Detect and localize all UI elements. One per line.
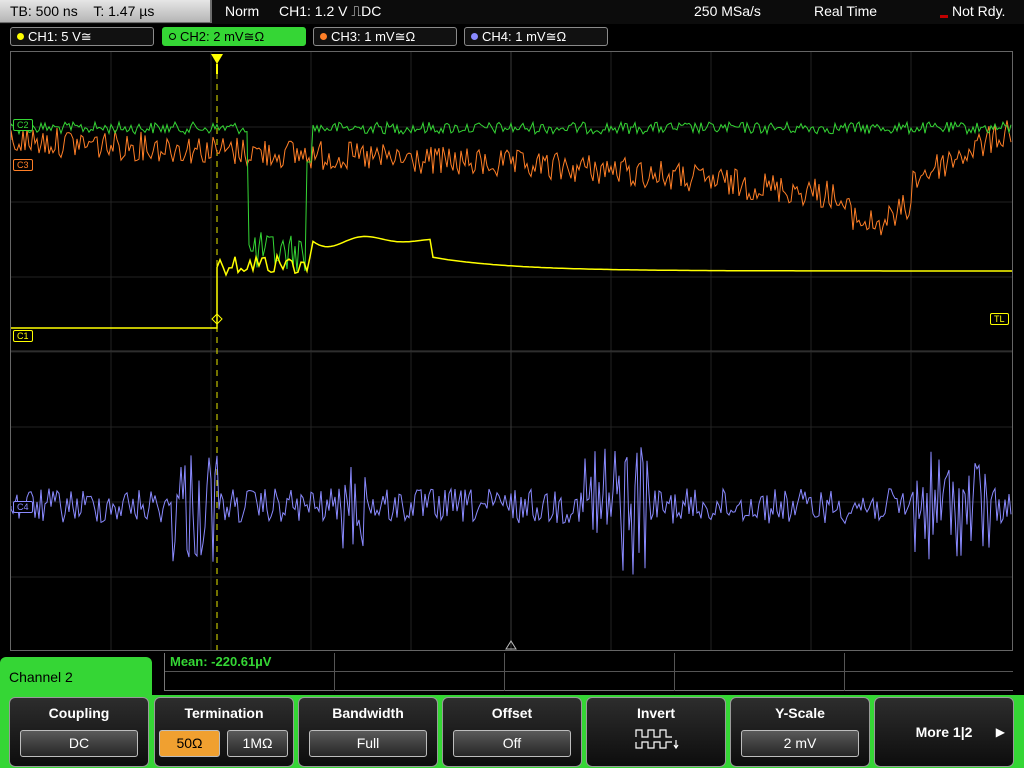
coupling-value[interactable]: DC [20,730,138,757]
termination-softkey[interactable]: Termination 50Ω 1MΩ [154,697,294,767]
measurement-cell-2 [335,653,505,691]
measurement-cell-3 [505,653,675,691]
channel-1-dot-icon [17,33,24,40]
channel-2-offset-marker[interactable]: C2 [13,119,33,131]
coupling-label: Coupling [48,705,110,721]
trigger-info[interactable]: CH1: 1.2 V ⎍DC [279,0,381,23]
waveform-display[interactable]: C2 C3 C1 C4 TL [10,51,1013,651]
channel-3-label: CH3: 1 mV≅Ω [331,29,416,44]
channel-2-dot-icon [169,33,176,40]
channel-4-label: CH4: 1 mV≅Ω [482,29,567,44]
more-label: More 1|2 [915,724,973,740]
offset-value[interactable]: Off [453,730,571,757]
channel-1-offset-marker[interactable]: C1 [13,330,33,342]
channel-2-label: CH2: 2 mV≅Ω [180,29,265,44]
acquisition-mode[interactable]: Real Time [814,0,877,23]
more-softkey[interactable]: More 1|2 ▶ [874,697,1014,767]
timebase-box[interactable]: TB: 500 ns T: 1.47 µs [0,0,212,23]
channel-3-offset-marker[interactable]: C3 [13,159,33,171]
measurement-panel: Mean: -220.61µV [164,653,1013,691]
termination-50-ohm-option[interactable]: 50Ω [159,730,220,757]
y-scale-value[interactable]: 2 mV [741,730,859,757]
mean-measurement: Mean: -220.61µV [170,654,272,669]
tab-channel-1[interactable]: CH1: 5 V≅ [10,27,154,46]
channel-4-offset-marker[interactable]: C4 [13,501,33,513]
channel-1-label: CH1: 5 V≅ [28,29,92,44]
invert-label: Invert [636,705,676,721]
sample-rate: 250 MSa/s [694,3,761,19]
y-scale-softkey[interactable]: Y-Scale 2 mV [730,697,870,767]
tab-channel-3[interactable]: CH3: 1 mV≅Ω [313,27,457,46]
coupling-softkey[interactable]: Coupling DC [9,697,149,767]
trigger-time-marker-icon [211,54,223,64]
invert-softkey[interactable]: Invert [586,697,726,767]
tab-channel-4[interactable]: CH4: 1 mV≅Ω [464,27,608,46]
invert-pulse-icon [635,729,679,750]
measurement-cell-4 [675,653,845,691]
trigger-level-marker[interactable]: TL [990,313,1009,325]
status-indicator-icon [940,15,948,18]
offset-label: Offset [491,705,533,721]
status-bar: TB: 500 ns T: 1.47 µs Norm CH1: 1.2 V ⎍D… [0,0,1024,24]
next-page-arrow-icon: ▶ [995,725,1005,739]
termination-1m-ohm-option[interactable]: 1MΩ [227,730,288,757]
tab-channel-2[interactable]: CH2: 2 mV≅Ω [162,27,306,46]
waveform-canvas [11,52,1012,650]
offset-softkey[interactable]: Offset Off [442,697,582,767]
bandwidth-softkey[interactable]: Bandwidth Full [298,697,438,767]
termination-label: Termination [184,705,264,721]
bandwidth-label: Bandwidth [332,705,404,721]
timebase-value: TB: 500 ns [10,3,78,19]
acquisition-state: Not Rdy. [952,3,1006,19]
channel-4-dot-icon [471,33,478,40]
y-scale-label: Y-Scale [775,705,825,721]
bandwidth-value[interactable]: Full [309,730,427,757]
trigger-time-value: T: 1.47 µs [93,3,155,19]
trigger-mode[interactable]: Norm [225,0,259,23]
channel-3-dot-icon [320,33,327,40]
